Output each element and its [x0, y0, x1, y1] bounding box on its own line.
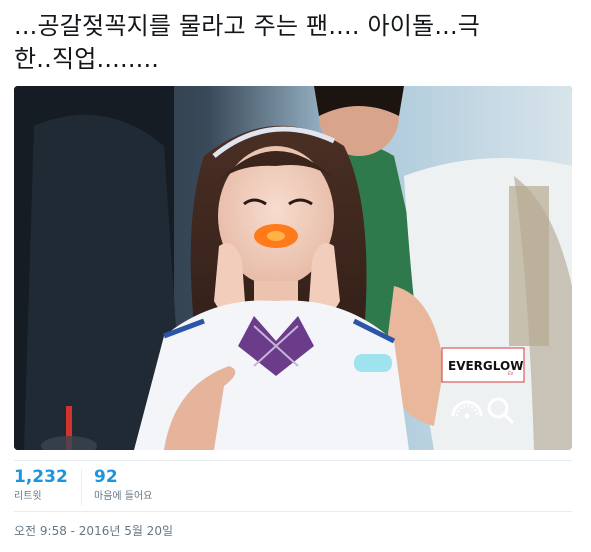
tweet-text: ...공갈젖꼭지를 물라고 주는 팬.... 아이돌...극 한..직업....…: [14, 10, 574, 76]
likes-label: 마음에 들어요: [94, 491, 153, 502]
likes-count: 92: [94, 467, 118, 487]
tweet-photo[interactable]: EVERGLOW EV: [14, 86, 572, 450]
tweet-text-line-1: ...공갈젖꼭지를 물라고 주는 팬.... 아이돌...극: [14, 12, 481, 40]
tweet-text-line-2: 한..직업........: [14, 45, 160, 73]
watermark-sub-text: EV: [508, 371, 514, 376]
photo-illustration: EVERGLOW EV: [14, 86, 572, 450]
tweet-permalink: ...공갈젖꼭지를 물라고 주는 팬.... 아이돌...극 한..직업....…: [0, 0, 591, 552]
retweets-count: 1,232: [14, 467, 68, 487]
stats-divider: [81, 469, 82, 505]
everglow-watermark: EVERGLOW EV: [441, 347, 525, 383]
retweets-stat[interactable]: 1,232 리트윗: [14, 467, 68, 505]
retweets-label: 리트윗: [14, 491, 42, 502]
likes-stat[interactable]: 92 마음에 들어요: [94, 467, 152, 505]
tweet-timestamp[interactable]: 오전 9:58 - 2016년 5월 20일: [14, 522, 173, 540]
tweet-stats: 1,232 리트윗 92 마음에 들어요: [14, 460, 572, 512]
